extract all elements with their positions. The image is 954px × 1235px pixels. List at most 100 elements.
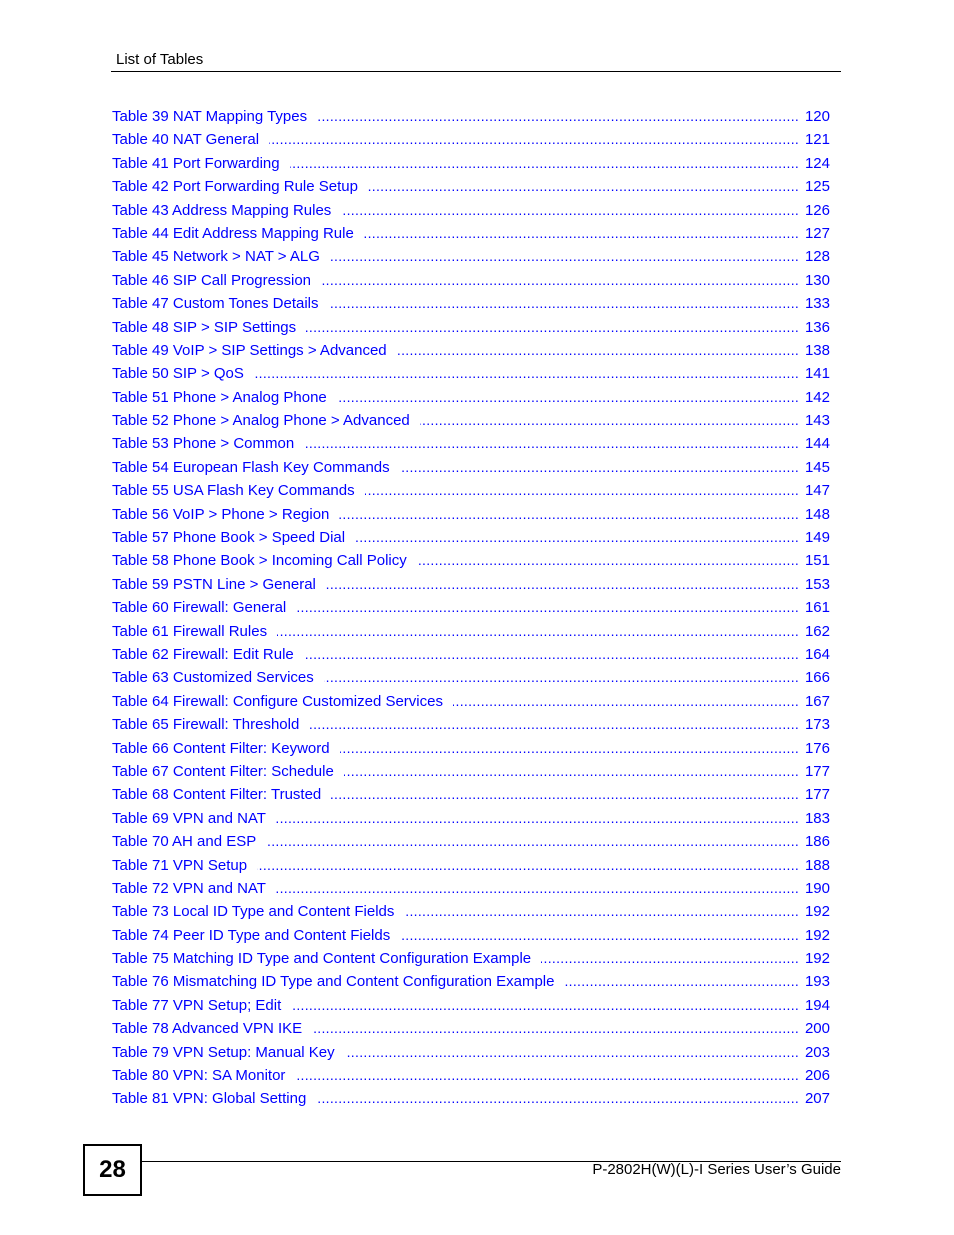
toc-entry-label[interactable]: Table 48 SIP > SIP Settings xyxy=(112,318,307,336)
toc-entry[interactable]: ........................................… xyxy=(112,106,830,129)
toc-entry[interactable]: ........................................… xyxy=(112,994,830,1018)
toc-entry-page[interactable]: 136 xyxy=(802,316,830,338)
toc-entry-page[interactable]: 176 xyxy=(802,737,830,759)
toc-entry-label[interactable]: Table 47 Custom Tones Details xyxy=(112,295,329,313)
toc-entry-page[interactable]: 130 xyxy=(802,269,830,291)
toc-entry-page[interactable]: 147 xyxy=(802,480,830,502)
toc-entry-page[interactable]: 133 xyxy=(802,293,830,315)
toc-entry[interactable]: ........................................… xyxy=(112,807,830,831)
toc-entry-page[interactable]: 124 xyxy=(802,152,830,174)
toc-entry-page[interactable]: 193 xyxy=(802,971,830,993)
toc-entry-label[interactable]: Table 42 Port Forwarding Rule Setup xyxy=(112,178,368,196)
toc-entry-page[interactable]: 186 xyxy=(802,831,830,853)
toc-entry[interactable]: ........................................… xyxy=(112,1065,830,1088)
toc-entry[interactable]: ........................................… xyxy=(112,1088,830,1111)
toc-entry[interactable]: ........................................… xyxy=(112,854,830,878)
toc-entry-label[interactable]: Table 40 NAT General xyxy=(112,131,270,149)
toc-entry-label[interactable]: Table 65 Firewall: Threshold xyxy=(112,716,310,734)
toc-entry[interactable]: ........................................… xyxy=(112,877,830,901)
toc-entry-page[interactable]: 127 xyxy=(802,222,830,244)
toc-entry[interactable]: ........................................… xyxy=(112,222,830,246)
toc-entry-label[interactable]: Table 43 Address Mapping Rules xyxy=(112,201,342,219)
toc-entry-label[interactable]: Table 71 VPN Setup xyxy=(112,856,258,874)
toc-entry-page[interactable]: 149 xyxy=(802,527,830,549)
toc-entry[interactable]: ........................................… xyxy=(112,480,830,503)
toc-entry-page[interactable]: 138 xyxy=(802,339,830,361)
toc-entry[interactable]: ........................................… xyxy=(112,948,830,971)
toc-entry-page[interactable]: 162 xyxy=(802,620,830,642)
toc-entry[interactable]: ........................................… xyxy=(112,386,830,410)
toc-entry-page[interactable]: 148 xyxy=(802,503,830,525)
toc-entry-label[interactable]: Table 45 Network > NAT > ALG xyxy=(112,248,330,266)
toc-entry-page[interactable]: 192 xyxy=(802,901,830,923)
toc-entry[interactable]: ........................................… xyxy=(112,129,830,152)
toc-entry-label[interactable]: Table 75 Matching ID Type and Content Co… xyxy=(112,950,542,968)
toc-entry[interactable]: ........................................… xyxy=(112,527,830,550)
toc-entry-label[interactable]: Table 70 AH and ESP xyxy=(112,833,267,851)
toc-entry-label[interactable]: Table 52 Phone > Analog Phone > Advanced xyxy=(112,412,420,430)
toc-entry[interactable]: ........................................… xyxy=(112,620,830,644)
toc-entry-page[interactable]: 145 xyxy=(802,456,830,478)
toc-entry-page[interactable]: 125 xyxy=(802,176,830,198)
toc-entry[interactable]: ........................................… xyxy=(112,293,830,316)
toc-entry[interactable]: ........................................… xyxy=(112,199,830,223)
toc-entry-label[interactable]: Table 62 Firewall: Edit Rule xyxy=(112,645,304,663)
toc-entry-page[interactable]: 192 xyxy=(802,948,830,970)
toc-entry[interactable]: ........................................… xyxy=(112,433,830,456)
toc-entry-page[interactable]: 121 xyxy=(802,129,830,151)
toc-entry[interactable]: ........................................… xyxy=(112,1018,830,1041)
toc-entry[interactable]: ........................................… xyxy=(112,269,830,293)
toc-entry-page[interactable]: 207 xyxy=(802,1088,830,1110)
toc-entry-page[interactable]: 167 xyxy=(802,690,830,712)
toc-entry-page[interactable]: 203 xyxy=(802,1041,830,1063)
toc-entry-page[interactable]: 166 xyxy=(802,667,830,689)
toc-entry-label[interactable]: Table 80 VPN: SA Monitor xyxy=(112,1067,296,1085)
toc-entry-label[interactable]: Table 69 VPN and NAT xyxy=(112,809,276,827)
toc-entry-label[interactable]: Table 55 USA Flash Key Commands xyxy=(112,482,365,500)
toc-entry-label[interactable]: Table 58 Phone Book > Incoming Call Poli… xyxy=(112,552,417,570)
toc-entry[interactable]: ........................................… xyxy=(112,971,830,994)
toc-entry-page[interactable]: 200 xyxy=(802,1018,830,1040)
toc-entry-label[interactable]: Table 67 Content Filter: Schedule xyxy=(112,762,344,780)
toc-entry-page[interactable]: 161 xyxy=(802,597,830,619)
toc-entry-page[interactable]: 183 xyxy=(802,807,830,829)
toc-entry[interactable]: ........................................… xyxy=(112,714,830,737)
toc-entry[interactable]: ........................................… xyxy=(112,831,830,854)
toc-entry-label[interactable]: Table 63 Customized Services xyxy=(112,669,324,687)
toc-entry-label[interactable]: Table 64 Firewall: Configure Customized … xyxy=(112,692,453,710)
toc-entry-page[interactable]: 128 xyxy=(802,246,830,268)
toc-entry[interactable]: ........................................… xyxy=(112,246,830,269)
toc-entry-page[interactable]: 177 xyxy=(802,760,830,782)
toc-entry-label[interactable]: Table 68 Content Filter: Trusted xyxy=(112,786,332,804)
toc-entry-page[interactable]: 144 xyxy=(802,433,830,455)
toc-entry-page[interactable]: 126 xyxy=(802,199,830,221)
toc-entry-label[interactable]: Table 41 Port Forwarding xyxy=(112,154,290,172)
toc-entry-label[interactable]: Table 72 VPN and NAT xyxy=(112,879,276,897)
toc-entry-label[interactable]: Table 61 Firewall Rules xyxy=(112,622,278,640)
toc-entry[interactable]: ........................................… xyxy=(112,503,830,527)
toc-entry[interactable]: ........................................… xyxy=(112,316,830,340)
toc-entry-label[interactable]: Table 79 VPN Setup: Manual Key xyxy=(112,1043,345,1061)
toc-entry-page[interactable]: 190 xyxy=(802,877,830,899)
toc-entry-page[interactable]: 164 xyxy=(802,643,830,665)
toc-entry-label[interactable]: Table 56 VoIP > Phone > Region xyxy=(112,505,340,523)
toc-entry-page[interactable]: 142 xyxy=(802,386,830,408)
toc-entry[interactable]: ........................................… xyxy=(112,784,830,807)
toc-entry-page[interactable]: 141 xyxy=(802,363,830,385)
toc-entry[interactable]: ........................................… xyxy=(112,456,830,480)
toc-entry[interactable]: ........................................… xyxy=(112,410,830,433)
toc-entry-page[interactable]: 120 xyxy=(802,106,830,127)
toc-entry-label[interactable]: Table 77 VPN Setup; Edit xyxy=(112,996,292,1014)
toc-entry-page[interactable]: 173 xyxy=(802,714,830,736)
toc-entry-page[interactable]: 206 xyxy=(802,1065,830,1087)
toc-entry[interactable]: ........................................… xyxy=(112,573,830,597)
toc-entry[interactable]: ........................................… xyxy=(112,1041,830,1065)
toc-entry-page[interactable]: 194 xyxy=(802,994,830,1016)
toc-entry-label[interactable]: Table 78 Advanced VPN IKE xyxy=(112,1020,313,1038)
toc-entry-label[interactable]: Table 57 Phone Book > Speed Dial xyxy=(112,529,356,547)
toc-entry[interactable]: ........................................… xyxy=(112,901,830,924)
toc-entry[interactable]: ........................................… xyxy=(112,597,830,620)
toc-entry-label[interactable]: Table 49 VoIP > SIP Settings > Advanced xyxy=(112,341,397,359)
toc-entry[interactable]: ........................................… xyxy=(112,176,830,199)
toc-entry-page[interactable]: 192 xyxy=(802,924,830,946)
